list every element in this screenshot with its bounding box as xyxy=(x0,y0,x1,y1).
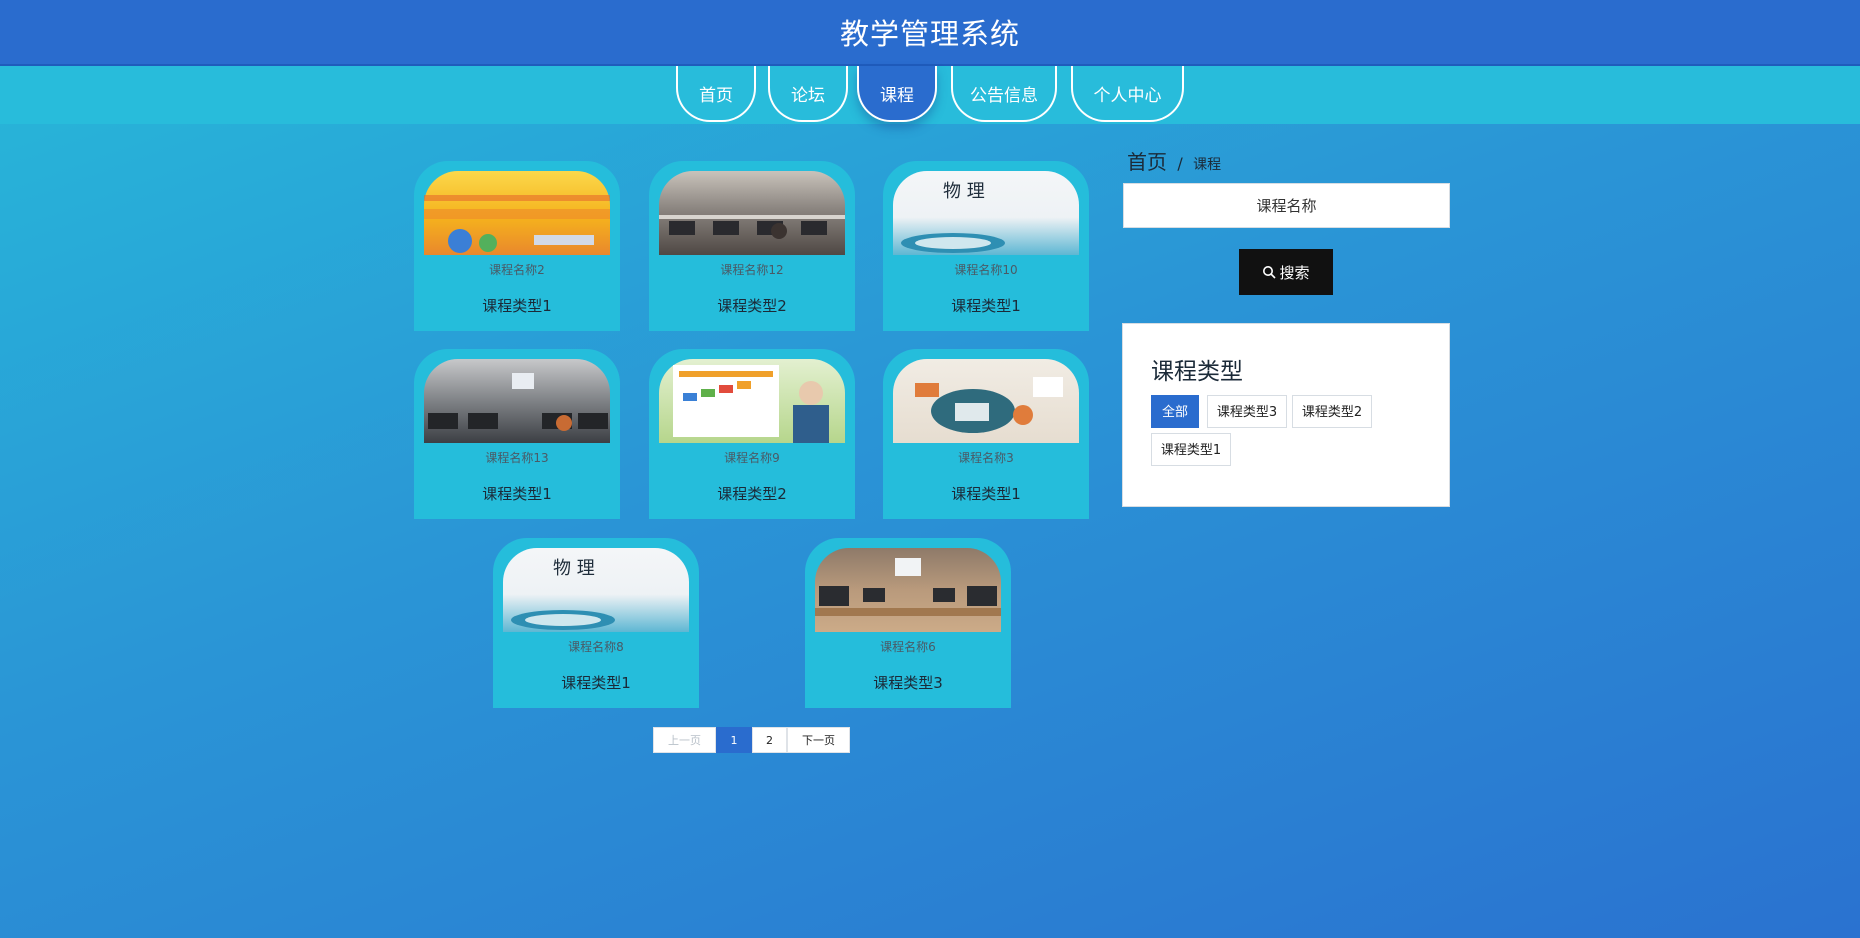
svg-text:物 理: 物 理 xyxy=(943,181,985,202)
nav-personal-center[interactable]: 个人中心 xyxy=(1071,66,1184,122)
nav-forum[interactable]: 论坛 xyxy=(768,66,848,122)
course-name: 课程名称13 xyxy=(485,451,549,465)
course-image xyxy=(893,359,1079,443)
course-type: 课程类型3 xyxy=(873,674,943,692)
course-name: 课程名称6 xyxy=(880,640,936,654)
course-image xyxy=(659,359,845,443)
course-card[interactable]: 课程名称3 课程类型1 xyxy=(883,349,1089,519)
svg-text:物 理: 物 理 xyxy=(553,558,595,579)
nav-courses[interactable]: 课程 xyxy=(857,66,937,122)
category-panel: 课程类型 全部 课程类型3 课程类型2 课程类型1 xyxy=(1122,323,1450,507)
course-name: 课程名称9 xyxy=(724,451,780,465)
nav-home[interactable]: 首页 xyxy=(676,66,756,122)
course-type: 课程类型1 xyxy=(482,485,552,503)
course-type: 课程类型1 xyxy=(561,674,631,692)
breadcrumb-separator: / xyxy=(1177,154,1183,173)
course-name: 课程名称12 xyxy=(720,263,784,277)
course-card[interactable]: 课程名称9 课程类型2 xyxy=(649,349,855,519)
course-image xyxy=(424,171,610,255)
course-name: 课程名称8 xyxy=(568,640,624,654)
search-icon xyxy=(1262,265,1277,279)
course-card[interactable]: 物 理 课程名称8 课程类型1 xyxy=(493,538,699,708)
tag-course-type-1[interactable]: 课程类型1 xyxy=(1151,433,1231,466)
course-type: 课程类型1 xyxy=(951,485,1021,503)
next-page-button[interactable]: 下一页 xyxy=(787,727,850,753)
course-name: 课程名称10 xyxy=(954,263,1018,277)
course-card[interactable]: 课程名称13 课程类型1 xyxy=(414,349,620,519)
course-image xyxy=(815,548,1001,632)
breadcrumb-home[interactable]: 首页 xyxy=(1127,150,1167,174)
page-button-1[interactable]: 1 xyxy=(716,727,752,753)
pagination: 上一页 1 2 下一页 xyxy=(653,727,850,753)
breadcrumb-current: 课程 xyxy=(1193,157,1222,173)
course-name: 课程名称2 xyxy=(489,263,545,277)
breadcrumb: 首页 / 课程 xyxy=(1127,146,1221,175)
app-title: 教学管理系统 xyxy=(839,17,1020,51)
course-card[interactable]: 物 理 课程名称10 课程类型1 xyxy=(883,161,1089,331)
search-input[interactable] xyxy=(1123,183,1450,228)
course-card[interactable]: 课程名称6 课程类型3 xyxy=(805,538,1011,708)
tag-course-type-2[interactable]: 课程类型2 xyxy=(1292,395,1372,428)
course-card[interactable]: 课程名称2 课程类型1 xyxy=(414,161,620,331)
course-image: 物 理 xyxy=(503,548,689,632)
search-button-label: 搜索 xyxy=(1279,263,1310,282)
course-name: 课程名称3 xyxy=(958,451,1014,465)
prev-page-button[interactable]: 上一页 xyxy=(653,727,716,753)
tag-course-type-3[interactable]: 课程类型3 xyxy=(1207,395,1287,428)
course-card[interactable]: 课程名称12 课程类型2 xyxy=(649,161,855,331)
category-panel-title: 课程类型 xyxy=(1151,359,1243,385)
search-button[interactable]: 搜索 xyxy=(1239,249,1333,295)
tag-all[interactable]: 全部 xyxy=(1151,395,1199,428)
course-image xyxy=(424,359,610,443)
main-nav: 首页 论坛 课程 公告信息 个人中心 xyxy=(0,66,1860,124)
course-type: 课程类型1 xyxy=(951,297,1021,315)
course-type: 课程类型1 xyxy=(482,297,552,315)
page-button-2[interactable]: 2 xyxy=(752,727,787,753)
nav-announcements[interactable]: 公告信息 xyxy=(951,66,1057,122)
course-type: 课程类型2 xyxy=(717,297,787,315)
app-header: 教学管理系统 xyxy=(0,0,1860,66)
course-image: 物 理 xyxy=(893,171,1079,255)
course-type: 课程类型2 xyxy=(717,485,787,503)
course-image xyxy=(659,171,845,255)
